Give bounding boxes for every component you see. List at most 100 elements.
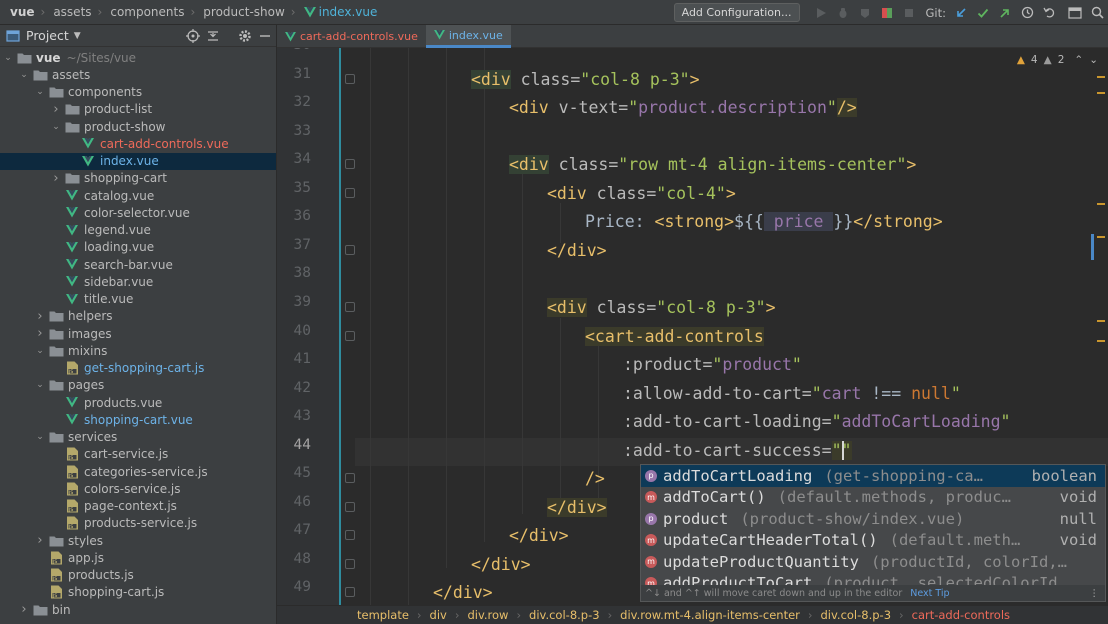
breadcrumb-div-row-mt4[interactable]: div.row.mt-4.align-items-center	[620, 608, 800, 622]
fold-marker-icon[interactable]	[345, 473, 355, 484]
more-options-icon[interactable]: ⋮	[1090, 588, 1100, 599]
rollback-icon[interactable]	[1038, 2, 1060, 24]
debug-icon[interactable]	[832, 2, 854, 24]
tree-item-cart-add-controls-vue[interactable]: cart-add-controls.vue	[0, 135, 276, 152]
crumb-vue[interactable]: vue	[10, 5, 35, 19]
chevron-down-icon[interactable]: ⌄	[34, 346, 46, 356]
tree-item-styles[interactable]: › styles	[0, 532, 276, 549]
tree-item-loading-vue[interactable]: loading.vue	[0, 239, 276, 256]
chevron-right-icon[interactable]: ›	[34, 309, 46, 324]
tree-item-products-service-js[interactable]: JS products-service.js	[0, 515, 276, 532]
tree-item-bin[interactable]: › bin	[0, 601, 276, 618]
git-update-icon[interactable]	[950, 2, 972, 24]
chevron-down-icon[interactable]: ⌄	[18, 70, 30, 80]
tree-item-components[interactable]: ⌄ components	[0, 84, 276, 101]
completion-item[interactable]: p addToCartLoading (get-shopping-ca… boolea…	[641, 465, 1105, 487]
breadcrumb-cart-add-controls[interactable]: cart-add-controls	[912, 608, 1010, 622]
error-stripe-marker[interactable]	[1097, 76, 1105, 78]
chevron-right-icon[interactable]: ›	[34, 326, 46, 341]
chevron-right-icon[interactable]: ›	[50, 102, 62, 117]
error-stripe-marker[interactable]	[1097, 320, 1105, 322]
tree-item-helpers[interactable]: › helpers	[0, 308, 276, 325]
fold-marker-icon[interactable]	[345, 330, 355, 341]
fold-marker-icon[interactable]	[345, 501, 355, 512]
completion-item[interactable]: m updateProductQuantity (productId, colorI…	[641, 551, 1105, 573]
chevron-down-icon[interactable]: ⌄	[34, 380, 46, 390]
crumb-product-show[interactable]: product-show	[203, 5, 285, 19]
tree-item-cart-service-js[interactable]: JS cart-service.js	[0, 446, 276, 463]
tree-item-app-js[interactable]: JS app.js	[0, 549, 276, 566]
tree-item-search-bar-vue[interactable]: search-bar.vue	[0, 256, 276, 273]
fold-marker-icon[interactable]	[345, 530, 355, 541]
breadcrumb-div-row[interactable]: div.row	[467, 608, 508, 622]
git-push-icon[interactable]	[994, 2, 1016, 24]
profiler-icon[interactable]	[876, 2, 898, 24]
tree-item-shopping-cart-vue[interactable]: shopping-cart.vue	[0, 411, 276, 428]
chevron-down-icon[interactable]: ⌄	[50, 122, 62, 132]
tree-item-shopping-cart-js[interactable]: JS shopping-cart.js	[0, 584, 276, 601]
crumb-assets[interactable]: assets	[53, 5, 91, 19]
tree-item-catalog-vue[interactable]: catalog.vue	[0, 187, 276, 204]
minimize-icon[interactable]	[258, 29, 272, 43]
tree-item-legend-vue[interactable]: legend.vue	[0, 222, 276, 239]
error-stripe-marker[interactable]	[1097, 203, 1105, 205]
tree-item-assets[interactable]: ⌄ assets	[0, 66, 276, 83]
chevron-down-icon[interactable]: ⌄	[34, 432, 46, 442]
tree-item-index-vue[interactable]: index.vue	[0, 152, 276, 170]
breadcrumb-div-col[interactable]: div.col-8.p-3	[529, 608, 600, 622]
inspection-widget[interactable]: ▲ 4 ▲ 2 ⌃ ⌄	[1017, 54, 1098, 66]
next-tip-link[interactable]: Next Tip	[910, 588, 949, 599]
error-stripe-marker[interactable]	[1097, 92, 1105, 94]
error-stripe-marker[interactable]	[1097, 340, 1105, 342]
run-icon[interactable]	[810, 2, 832, 24]
crumb-components[interactable]: components	[110, 5, 184, 19]
tree-item-get-shopping-cart-js[interactable]: JS get-shopping-cart.js	[0, 360, 276, 377]
fold-marker-icon[interactable]	[345, 587, 355, 598]
layout-icon[interactable]	[1064, 2, 1086, 24]
tree-item-shopping-cart[interactable]: › shopping-cart	[0, 170, 276, 187]
project-view-selector[interactable]: Project	[26, 28, 69, 43]
tree-item-products-js[interactable]: JS products.js	[0, 567, 276, 584]
tree-item-sidebar-vue[interactable]: sidebar.vue	[0, 273, 276, 290]
tree-item-colors-service-js[interactable]: JS colors-service.js	[0, 480, 276, 497]
fold-marker-icon[interactable]	[345, 301, 355, 312]
tree-item-pages[interactable]: ⌄ pages	[0, 377, 276, 394]
chevron-right-icon[interactable]: ›	[34, 533, 46, 548]
breadcrumb-div[interactable]: div	[430, 608, 447, 622]
history-icon[interactable]	[1016, 2, 1038, 24]
fold-marker-icon[interactable]	[345, 73, 355, 84]
breadcrumb-div-col-inner[interactable]: div.col-8.p-3	[821, 608, 892, 622]
completion-item[interactable]: p product (product-show/index.vue) null	[641, 508, 1105, 530]
code-line-44[interactable]: :add-to-cart-success=""	[623, 436, 852, 464]
tree-item-color-selector-vue[interactable]: color-selector.vue	[0, 204, 276, 221]
chevron-down-icon[interactable]: ⌄	[34, 87, 46, 97]
fold-marker-icon[interactable]	[345, 558, 355, 569]
tree-root[interactable]: ⌄ vue ~/Sites/vue	[0, 49, 276, 66]
locate-icon[interactable]	[186, 29, 200, 43]
search-icon[interactable]	[1086, 2, 1108, 24]
tree-item-product-show[interactable]: ⌄ product-show	[0, 118, 276, 135]
completion-item[interactable]: m updateCartHeaderTotal() (default.meth… vo…	[641, 530, 1105, 552]
breadcrumb-template[interactable]: template	[357, 608, 409, 622]
fold-marker-icon[interactable]	[345, 159, 355, 170]
tree-item-products-vue[interactable]: products.vue	[0, 394, 276, 411]
chevron-down-icon[interactable]: ⌄	[1089, 54, 1098, 66]
tab-cart-add-controls[interactable]: cart-add-controls.vue	[277, 25, 426, 48]
fold-marker-icon[interactable]	[345, 187, 355, 198]
chevron-right-icon[interactable]: ›	[18, 602, 30, 617]
tree-item-product-list[interactable]: › product-list	[0, 101, 276, 118]
crumb-index-vue[interactable]: index.vue	[303, 5, 377, 19]
tree-item-images[interactable]: › images	[0, 325, 276, 342]
scrollbar-thumb[interactable]	[1091, 234, 1094, 260]
chevron-right-icon[interactable]: ›	[50, 171, 62, 186]
completion-item[interactable]: m addToCart() (default.methods, produc… voi…	[641, 487, 1105, 509]
tree-item-services[interactable]: ⌄ services	[0, 429, 276, 446]
fold-marker-icon[interactable]	[345, 244, 355, 255]
chevron-down-icon[interactable]: ⌄	[2, 53, 14, 63]
add-configuration-button[interactable]: Add Configuration...	[673, 3, 800, 22]
error-stripe-marker[interactable]	[1097, 236, 1105, 238]
tree-item-categories-service-js[interactable]: JS categories-service.js	[0, 463, 276, 480]
stop-icon[interactable]	[898, 2, 920, 24]
gear-icon[interactable]	[238, 29, 252, 43]
chevron-down-icon[interactable]: ▼	[74, 31, 81, 41]
